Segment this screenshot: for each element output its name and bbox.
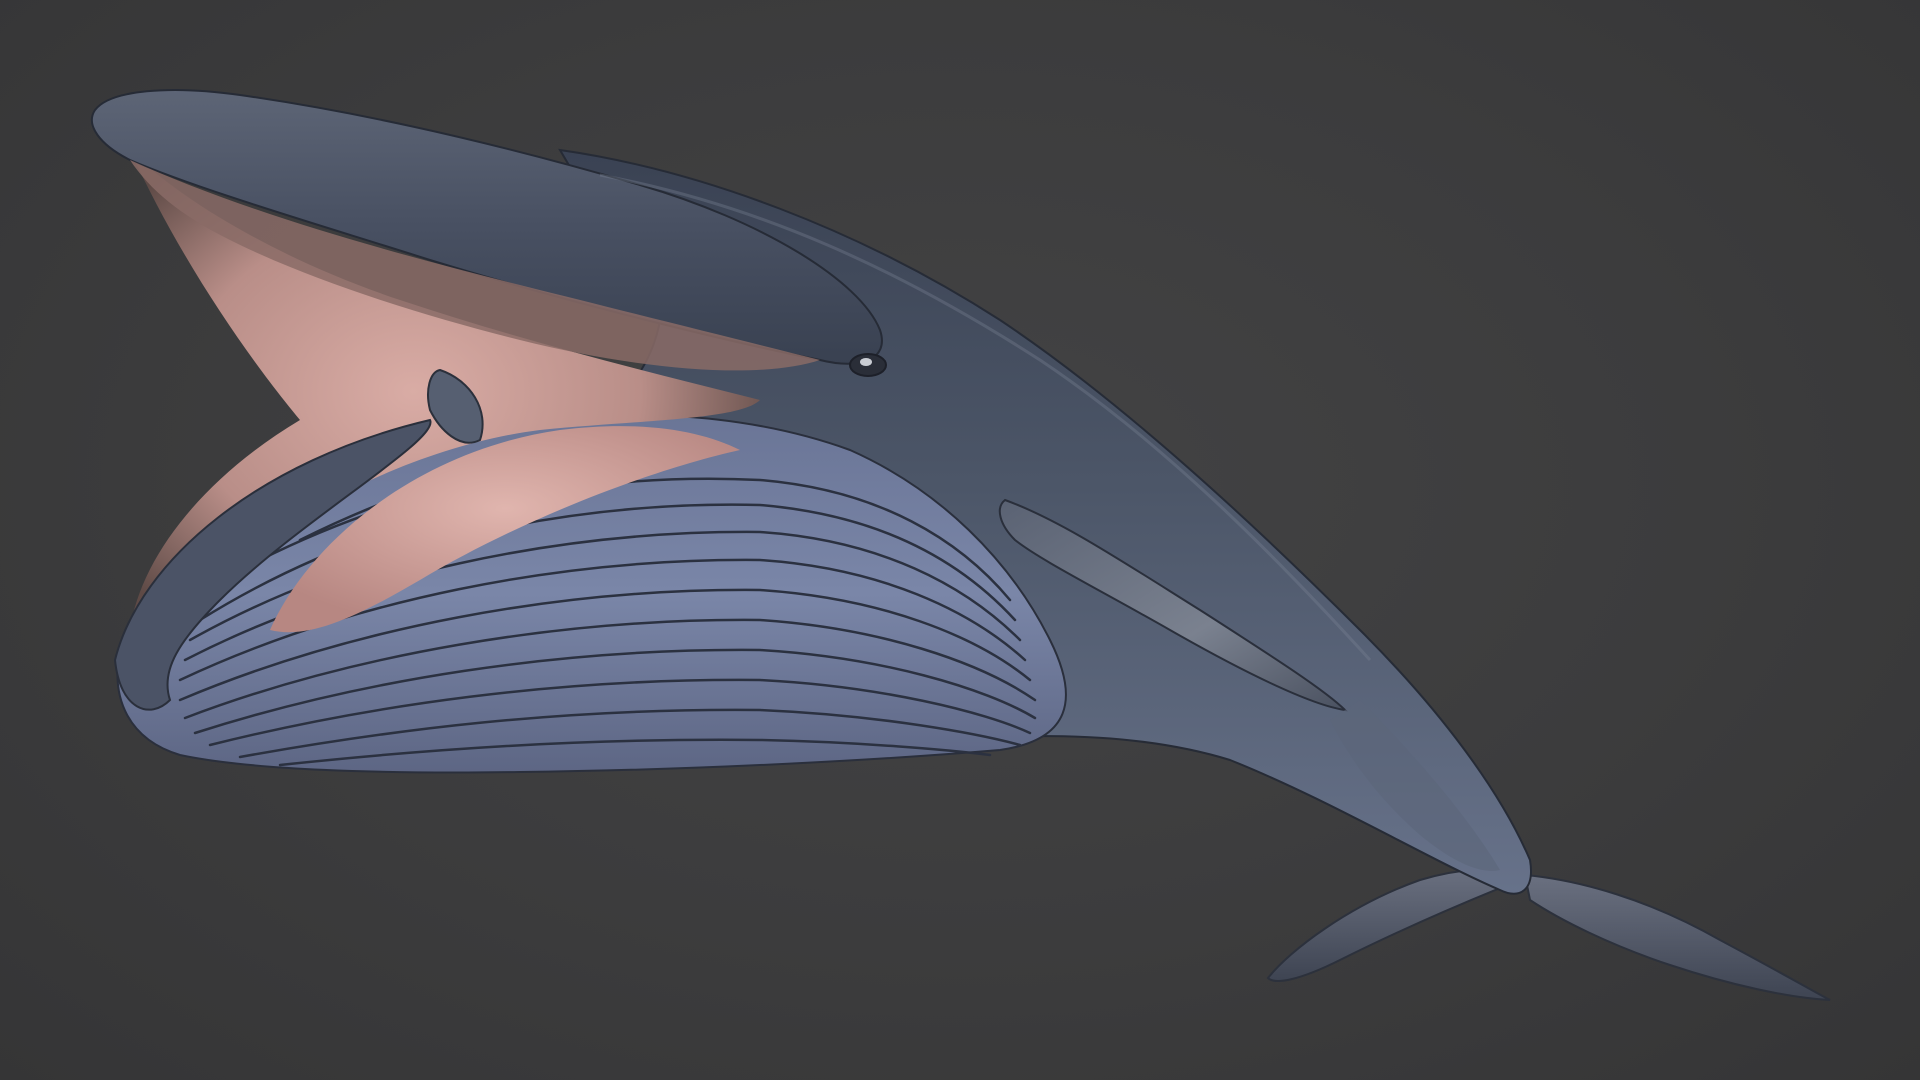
blue-whale-illustration — [90, 89, 1831, 1001]
eye — [849, 353, 887, 377]
tail-flukes — [1266, 867, 1831, 1001]
render-viewport — [0, 0, 1920, 1080]
